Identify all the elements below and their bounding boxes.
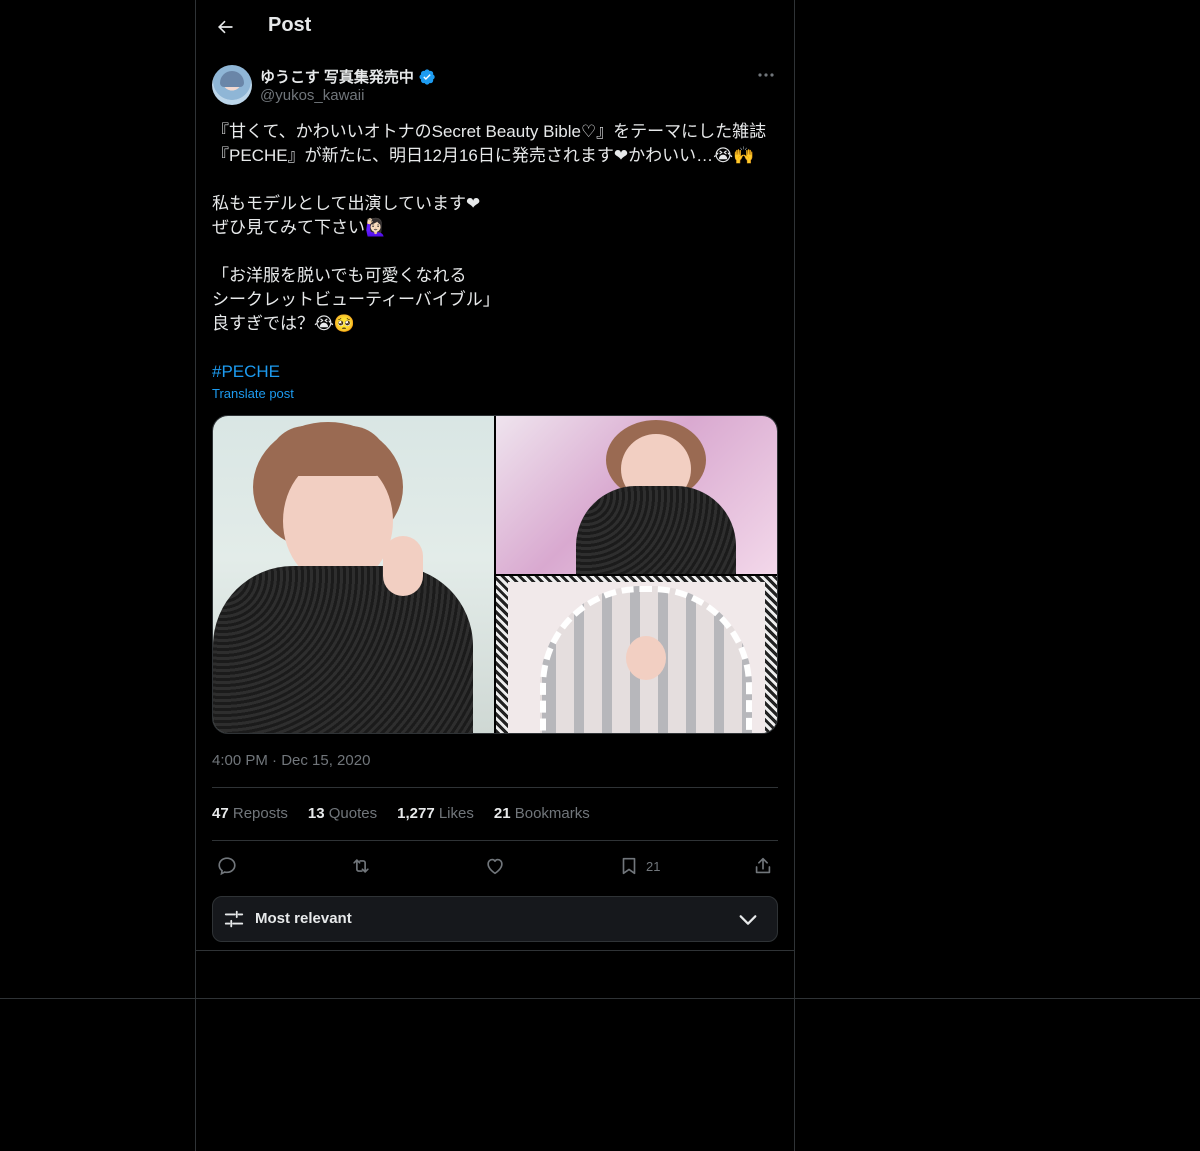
- like-button[interactable]: [484, 852, 506, 880]
- tweet-line: 良すぎでは？😭🥺: [212, 314, 356, 333]
- action-bar: 21: [212, 852, 778, 880]
- quotes-label: Quotes: [328, 805, 378, 822]
- back-button[interactable]: [208, 10, 242, 44]
- engagement-stats: 47 Reposts 13 Quotes 1,277 Likes 21 Book…: [212, 805, 590, 822]
- more-dots-icon: [758, 73, 774, 77]
- tweet-line: シークレットビューティーバイブル」: [212, 290, 500, 309]
- bookmark-icon: [622, 857, 636, 875]
- page-title: Post: [268, 14, 312, 36]
- heart-icon: [487, 858, 503, 875]
- tweet-line: [212, 336, 782, 360]
- share-button[interactable]: [752, 852, 774, 880]
- post-author: ゆうこす 写真集発売中 @yukos_kawaii: [212, 65, 778, 107]
- page-header: Post: [196, 0, 794, 54]
- bookmark-count: 21: [646, 858, 661, 874]
- tweet-line: 『PECHE』が新たに、明日12月16日に発売されます❤かわいい…😭🙌: [212, 146, 755, 165]
- stats-top-divider: [212, 787, 778, 788]
- reposts-count: 47: [212, 805, 229, 822]
- repost-icon: [353, 859, 369, 873]
- reposts-label: Reposts: [232, 805, 288, 822]
- likes-stat[interactable]: 1,277 Likes: [397, 805, 474, 822]
- media-grid: [212, 415, 778, 734]
- likes-count: 1,277: [397, 805, 435, 822]
- quotes-count: 13: [307, 805, 325, 822]
- actions-top-divider: [212, 840, 778, 841]
- hashtag-link[interactable]: #PECHE: [212, 362, 280, 381]
- tweet-line: 『甘くて、かわいいオトナのSecret Beauty Bible♡』をテーマにし…: [212, 122, 767, 141]
- arrow-left-icon: [218, 20, 233, 34]
- reply-icon: [218, 857, 236, 876]
- tweet-line: 私もモデルとして出演しています❤: [212, 194, 481, 213]
- photo-2[interactable]: [496, 416, 777, 574]
- section-bottom-divider: [196, 950, 794, 951]
- bookmarks-label: Bookmarks: [514, 805, 590, 822]
- photo-3[interactable]: [496, 576, 777, 733]
- author-handle[interactable]: @yukos_kawaii: [260, 87, 364, 104]
- post-timestamp[interactable]: 4:00 PM · Dec 15, 2020: [212, 752, 370, 769]
- reply-sort-dropdown[interactable]: Most relevant: [212, 896, 778, 942]
- reply-button[interactable]: [216, 852, 238, 880]
- bookmarks-count: 21: [493, 805, 511, 822]
- share-icon: [755, 857, 771, 874]
- sort-label: Most relevant: [255, 910, 352, 927]
- verified-badge-icon: [419, 68, 435, 85]
- photo-1[interactable]: [213, 416, 494, 733]
- tweet-text: 『甘くて、かわいいオトナのSecret Beauty Bible♡』をテーマにし…: [212, 120, 782, 384]
- bookmark-button[interactable]: 21: [618, 852, 660, 880]
- tweet-line: [212, 240, 782, 264]
- quotes-stat[interactable]: 13 Quotes: [308, 805, 377, 822]
- tweet-line: 「お洋服を脱いでも可愛くなれる: [212, 266, 467, 285]
- tweet-line: ぜひ見てみて下さい🙋🏻‍♀️: [212, 218, 387, 237]
- chevron-down-icon: [739, 915, 757, 925]
- translate-post-link[interactable]: Translate post: [212, 386, 294, 401]
- author-display-name[interactable]: ゆうこす 写真集発売中: [260, 66, 414, 87]
- sliders-icon: [224, 910, 244, 928]
- more-options-button[interactable]: [754, 65, 778, 85]
- bookmarks-stat[interactable]: 21 Bookmarks: [494, 805, 590, 822]
- likes-label: Likes: [438, 805, 474, 822]
- author-name-row[interactable]: ゆうこす 写真集発売中: [260, 66, 436, 87]
- reposts-stat[interactable]: 47 Reposts: [212, 805, 288, 822]
- repost-button[interactable]: [350, 852, 372, 880]
- avatar[interactable]: [212, 65, 252, 105]
- tweet-line: [212, 168, 782, 192]
- divider-line: [0, 998, 1200, 999]
